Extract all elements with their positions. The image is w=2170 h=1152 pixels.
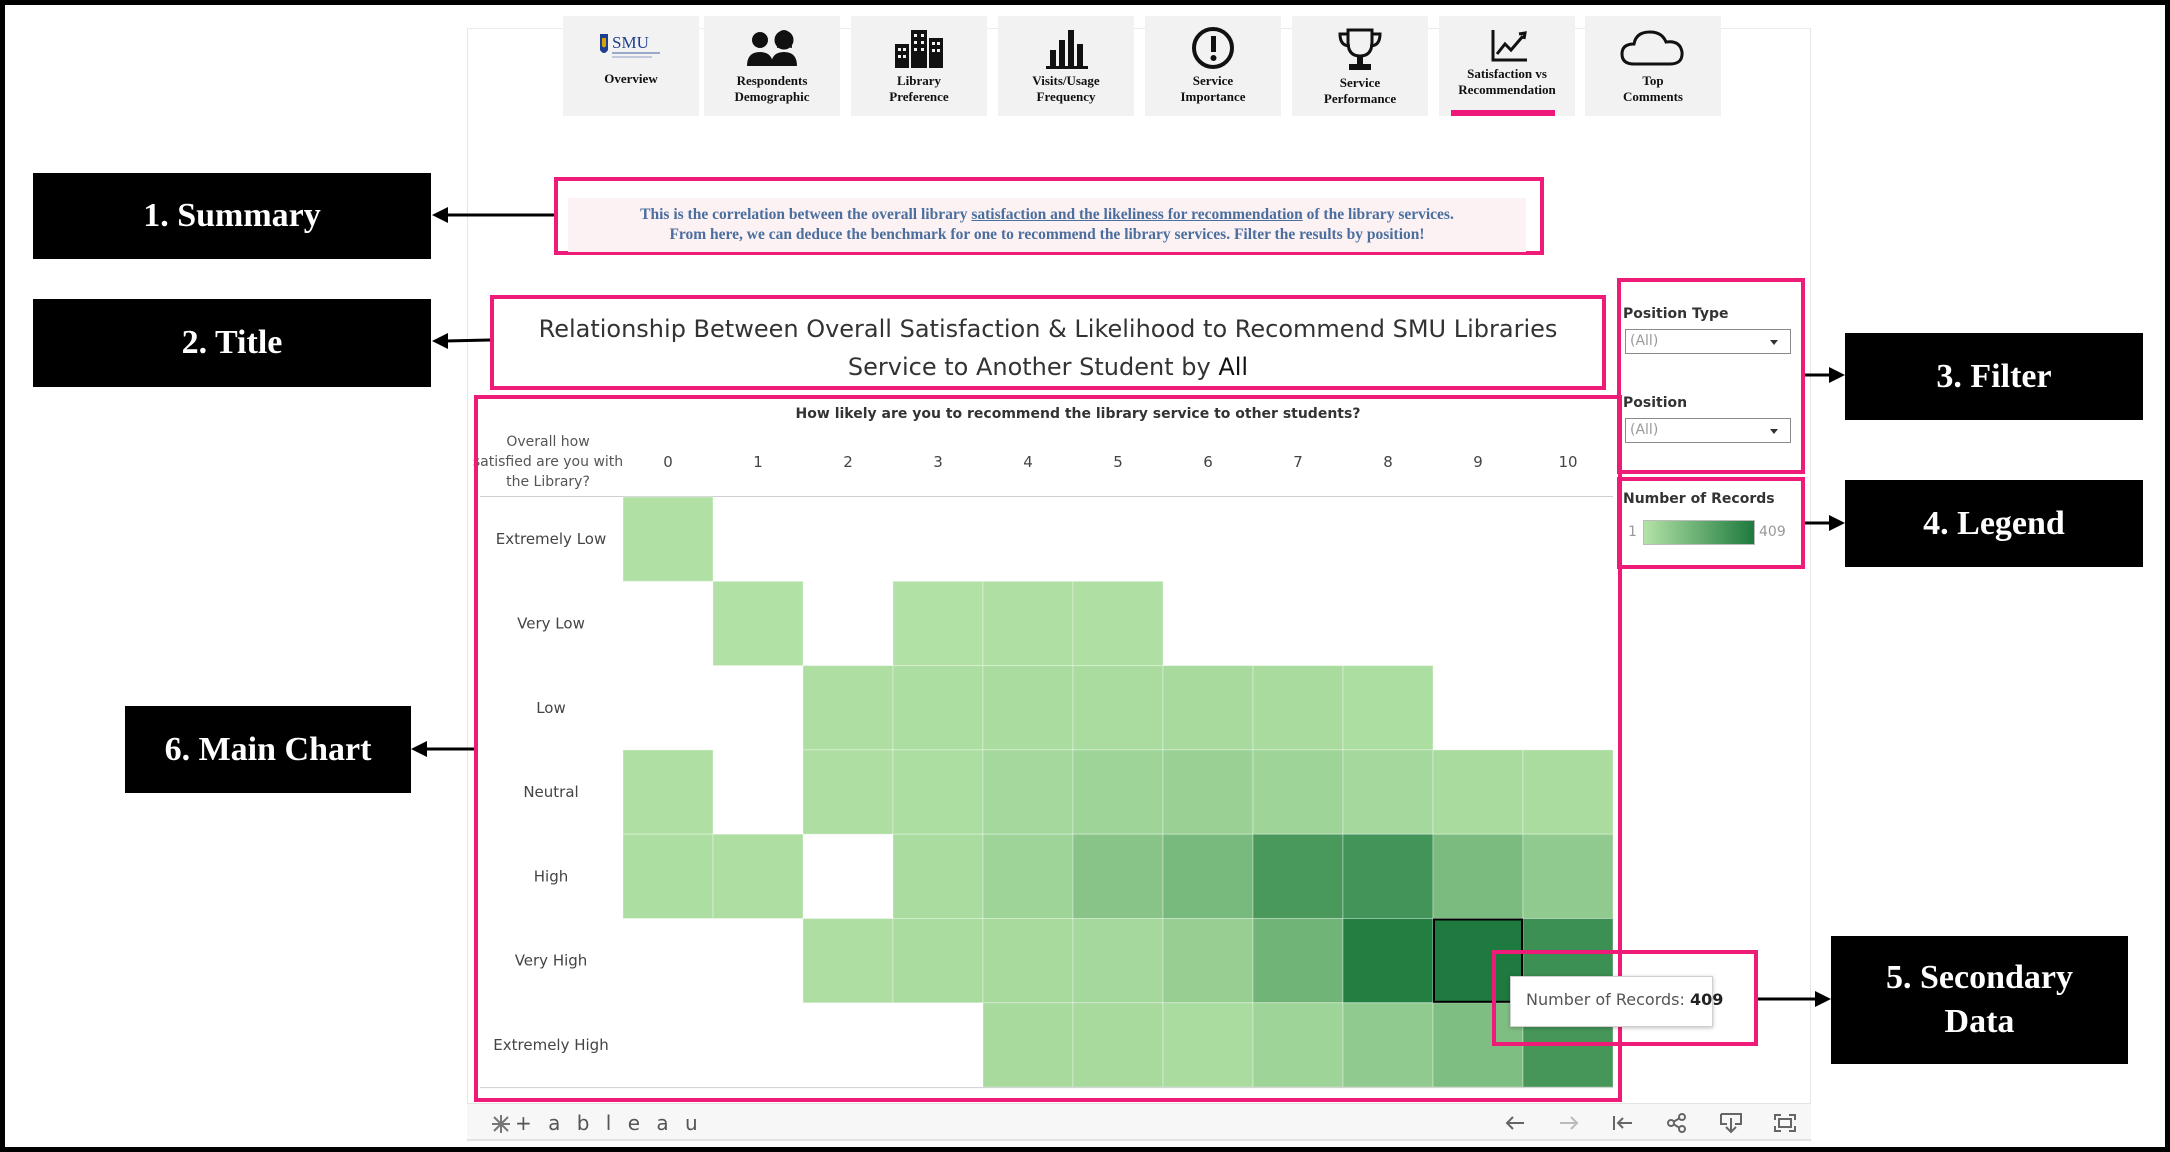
download-button[interactable] bbox=[1717, 1110, 1745, 1136]
arrow-right-icon bbox=[1560, 1116, 1579, 1130]
share-button[interactable] bbox=[1663, 1110, 1691, 1136]
tableau-toolbar: + a b l e a u bbox=[467, 1103, 1811, 1141]
arrow-left-icon bbox=[1505, 1116, 1524, 1130]
share-icon bbox=[1667, 1113, 1686, 1133]
tableau-logo-text: + a b l e a u bbox=[515, 1111, 703, 1135]
annotation-arrows bbox=[411, 207, 1845, 1007]
revert-button[interactable] bbox=[1609, 1110, 1637, 1136]
fullscreen-button[interactable] bbox=[1771, 1110, 1799, 1136]
revert-icon bbox=[1613, 1116, 1632, 1130]
redo-button[interactable] bbox=[1555, 1110, 1583, 1136]
tableau-logo-icon bbox=[489, 1113, 513, 1140]
undo-button[interactable] bbox=[1501, 1110, 1529, 1136]
fullscreen-icon bbox=[1774, 1114, 1796, 1132]
secondary-data-highlight-box bbox=[1492, 950, 1758, 1046]
download-icon bbox=[1720, 1113, 1742, 1134]
